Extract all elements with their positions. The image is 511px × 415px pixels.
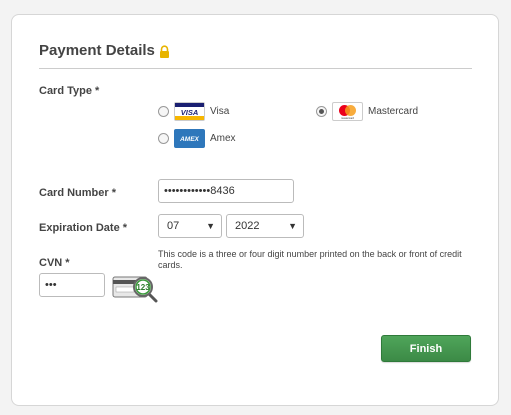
- card-option-amex[interactable]: AMEX Amex: [158, 129, 236, 148]
- amex-logo-icon: AMEX: [174, 129, 205, 148]
- visa-logo-icon: VISA: [174, 102, 205, 121]
- amex-label: Amex: [210, 133, 236, 144]
- card-number-input[interactable]: ••••••••••••8436: [158, 179, 294, 203]
- payment-panel: Payment Details Card Type * VISA Visa ma…: [11, 14, 499, 406]
- mastercard-label: Mastercard: [368, 106, 419, 117]
- svg-text:mastercard: mastercard: [341, 116, 355, 120]
- card-option-mastercard[interactable]: mastercard Mastercard: [316, 102, 418, 121]
- visa-radio[interactable]: [158, 106, 169, 117]
- mastercard-logo-icon: mastercard: [332, 102, 363, 121]
- cvn-hint-text: This code is a three or four digit numbe…: [158, 249, 462, 270]
- page-title-text: Payment Details: [39, 42, 155, 59]
- visa-label: Visa: [210, 106, 230, 117]
- title-divider: [39, 68, 472, 69]
- amex-radio[interactable]: [158, 133, 169, 144]
- expiration-month-select[interactable]: 07 ▼: [158, 214, 222, 238]
- svg-text:VISA: VISA: [181, 108, 199, 117]
- expiration-month-value: 07: [167, 220, 180, 232]
- expiration-year-value: 2022: [235, 220, 260, 232]
- expiration-year-select[interactable]: 2022 ▼: [226, 214, 304, 238]
- card-type-label: Card Type *: [39, 85, 100, 97]
- page-title: Payment Details: [39, 42, 170, 59]
- card-option-visa[interactable]: VISA Visa: [158, 102, 229, 121]
- cvn-card-number: 123: [136, 283, 150, 292]
- cvn-card-magnifier-icon: 123: [112, 273, 160, 303]
- card-number-label: Card Number *: [39, 187, 117, 199]
- chevron-down-icon: ▼: [288, 221, 297, 231]
- svg-text:AMEX: AMEX: [179, 136, 199, 143]
- expiration-date-label: Expiration Date *: [39, 222, 128, 234]
- cvn-input[interactable]: •••: [39, 273, 105, 297]
- chevron-down-icon: ▼: [206, 221, 215, 231]
- finish-button[interactable]: Finish: [381, 335, 471, 362]
- mastercard-radio[interactable]: [316, 106, 327, 117]
- cvn-label: CVN *: [39, 257, 70, 269]
- lock-icon: [159, 44, 170, 59]
